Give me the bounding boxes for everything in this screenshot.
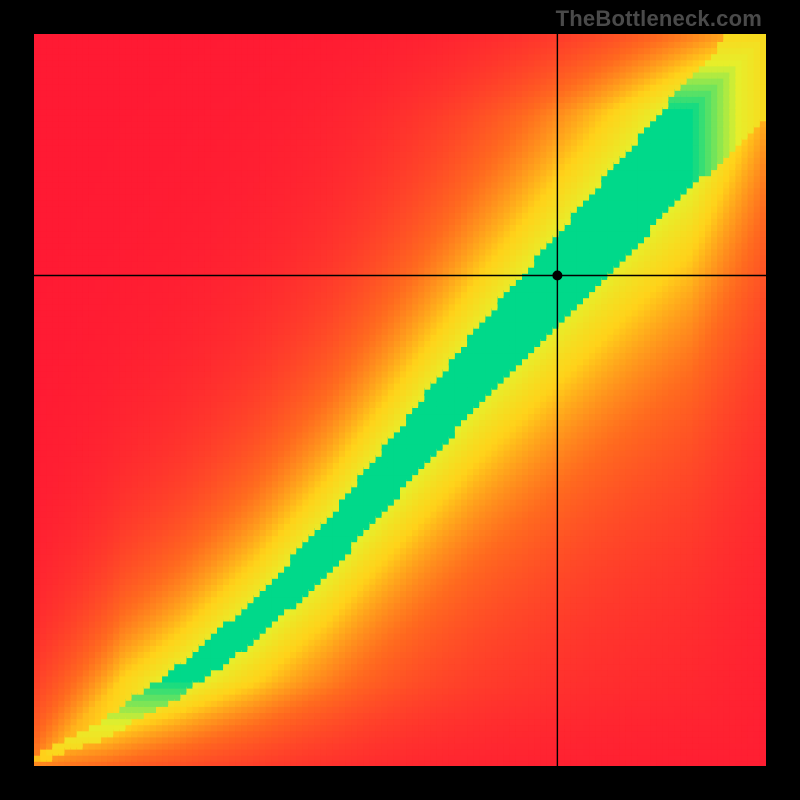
- heatmap-canvas: [34, 34, 766, 766]
- watermark-text: TheBottleneck.com: [556, 6, 762, 32]
- chart-frame: TheBottleneck.com: [0, 0, 800, 800]
- plot-area: [34, 34, 766, 766]
